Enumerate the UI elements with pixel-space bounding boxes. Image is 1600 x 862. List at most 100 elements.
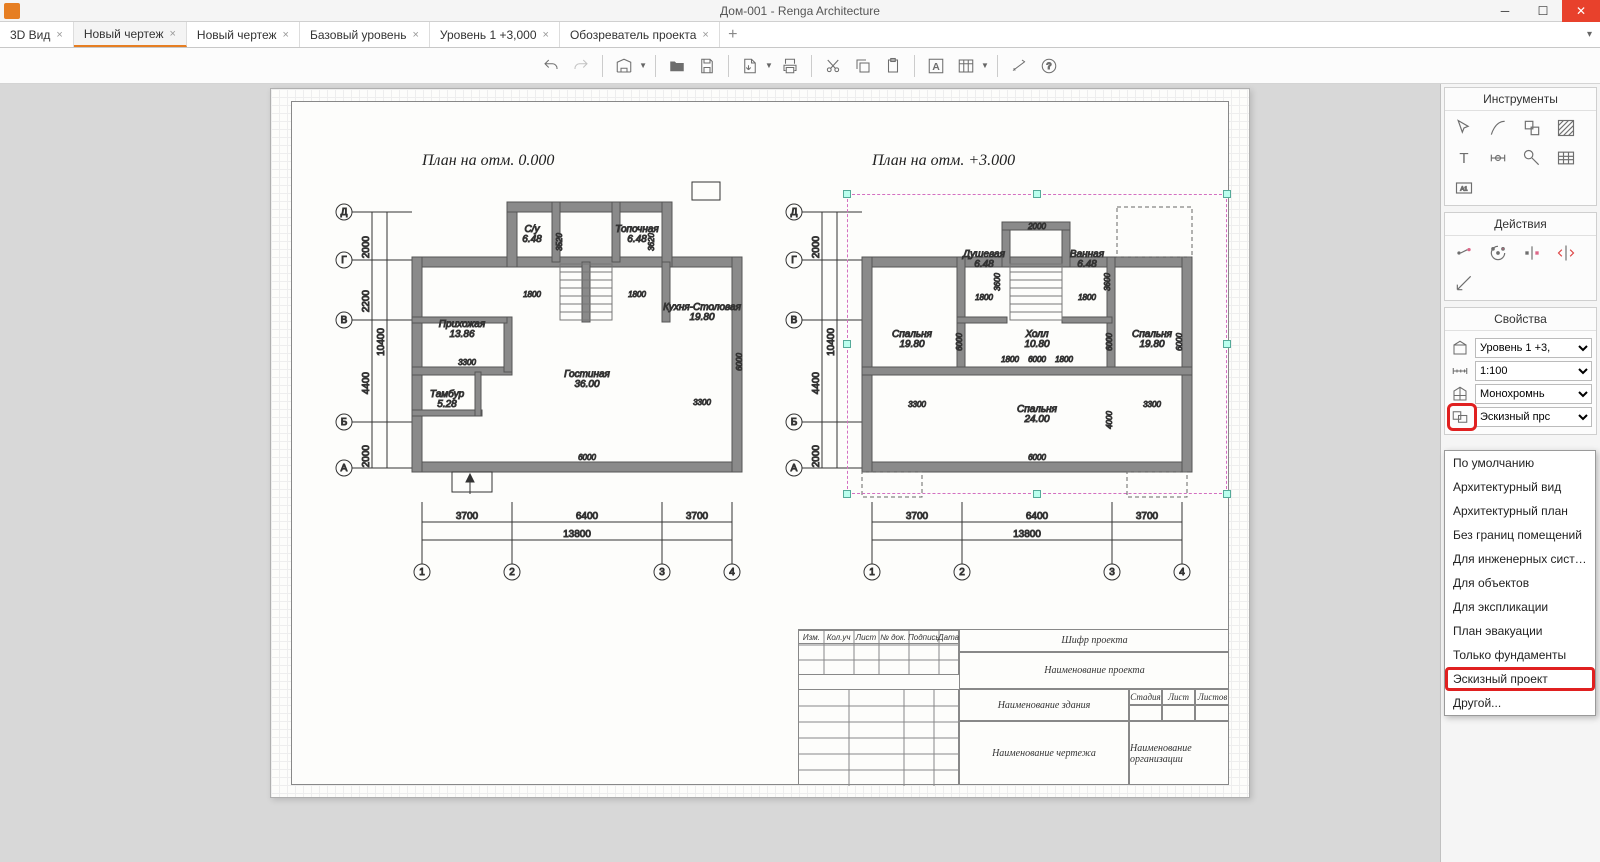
select-tool[interactable] [1449,115,1479,141]
drawing-canvas[interactable]: План на отм. 0.000 План на отм. +3.000 Д… [0,84,1440,862]
dd-item[interactable]: Архитектурный вид [1445,475,1595,499]
svg-text:2: 2 [959,567,965,578]
rotate-action[interactable] [1483,240,1513,266]
tab-3d-view[interactable]: 3D Вид× [0,22,74,47]
scale-icon [1449,361,1471,381]
svg-text:6.48: 6.48 [522,234,542,245]
level-select[interactable]: Уровень 1 +3, [1475,338,1592,358]
svg-text:А: А [341,463,348,474]
save-button[interactable] [694,53,720,79]
style-select[interactable]: Монохромнь [1475,384,1592,404]
axis-tool[interactable] [1517,145,1547,171]
selection-handle[interactable] [843,490,851,498]
selection-handle[interactable] [843,190,851,198]
trim-action[interactable] [1449,270,1479,296]
close-icon[interactable]: × [283,29,289,41]
export-button[interactable] [737,53,763,79]
project-button[interactable] [611,53,637,79]
shapes-tool[interactable] [1517,115,1547,141]
svg-text:Б: Б [791,417,798,428]
close-button[interactable]: ✕ [1562,0,1600,22]
svg-text:3620: 3620 [647,233,656,251]
dimension-tool[interactable] [1483,145,1513,171]
svg-text:19.80: 19.80 [689,312,714,323]
level-icon [1449,338,1471,358]
svg-text:2200: 2200 [361,290,372,313]
selection-handle[interactable] [1033,190,1041,198]
close-icon[interactable]: × [702,29,708,41]
selection-handle[interactable] [1033,490,1041,498]
close-icon[interactable]: × [169,28,175,40]
window-title: Дом-001 - Renga Architecture [720,4,880,18]
tb-empty [1195,705,1229,721]
close-icon[interactable]: × [412,29,418,41]
tab-project-browser[interactable]: Обозреватель проекта× [560,22,720,47]
tb-col: Лист [854,633,879,642]
line-tool[interactable] [1483,115,1513,141]
text-style-button[interactable]: A [923,53,949,79]
dd-item[interactable]: План эвакуации [1445,619,1595,643]
svg-text:Г: Г [341,255,347,266]
tb-cipher: Шифр проекта [959,630,1229,652]
dd-item-selected[interactable]: Эскизный проект [1445,667,1595,691]
svg-text:6400: 6400 [576,511,599,522]
mirror-action[interactable] [1517,240,1547,266]
scale-select[interactable]: 1:100 [1475,361,1592,381]
close-icon[interactable]: × [56,29,62,41]
undo-button[interactable] [538,53,564,79]
tab-new-drawing-2[interactable]: Новый чертеж× [187,22,300,47]
chevron-down-icon[interactable]: ▼ [765,61,773,70]
tb-stage: Стадия [1129,689,1162,705]
dd-item[interactable]: Для объектов [1445,571,1595,595]
tab-base-level[interactable]: Базовый уровень× [300,22,430,47]
table-tool[interactable] [1551,145,1581,171]
flip-action[interactable] [1551,240,1581,266]
chevron-down-icon[interactable]: ▼ [981,61,989,70]
filter-select[interactable]: Эскизный прс [1475,407,1592,427]
open-button[interactable] [664,53,690,79]
dd-item[interactable]: Архитектурный план [1445,499,1595,523]
dd-item[interactable]: Без границ помещений [1445,523,1595,547]
redo-button[interactable] [568,53,594,79]
svg-text:3520: 3520 [555,233,564,251]
copy-button[interactable] [850,53,876,79]
selection-box[interactable] [847,194,1227,494]
hatch-tool[interactable] [1551,115,1581,141]
close-icon[interactable]: × [543,29,549,41]
main-toolbar: ▼ ▼ A ▼ ? [0,48,1600,84]
dd-item[interactable]: Другой... [1445,691,1595,715]
text-tool[interactable]: T [1449,145,1479,171]
dd-item[interactable]: Для экспликации [1445,595,1595,619]
settings-button[interactable] [1006,53,1032,79]
selection-handle[interactable] [1223,190,1231,198]
move-action[interactable] [1449,240,1479,266]
paste-button[interactable] [880,53,906,79]
svg-text:1: 1 [869,567,875,578]
svg-text:Д: Д [341,207,348,218]
svg-text:4400: 4400 [361,372,372,395]
minimize-button[interactable]: ─ [1486,0,1524,22]
dd-item[interactable]: По умолчанию [1445,451,1595,475]
tab-level-3000[interactable]: Уровень 1 +3,000× [430,22,560,47]
svg-text:1800: 1800 [628,290,646,299]
help-button[interactable]: ? [1036,53,1062,79]
tab-new-drawing-1[interactable]: Новый чертеж× [74,22,187,47]
selection-handle[interactable] [843,340,851,348]
drawing-sheet: План на отм. 0.000 План на отм. +3.000 Д… [270,88,1250,798]
selection-handle[interactable] [1223,340,1231,348]
tabs-overflow-button[interactable]: ▾ [1579,22,1600,47]
svg-text:3300: 3300 [693,398,711,407]
dd-item[interactable]: Для инженерных систем [1445,547,1595,571]
print-button[interactable] [777,53,803,79]
tb-col: № док. [878,633,908,642]
svg-text:10400: 10400 [376,328,387,356]
tab-add-button[interactable]: + [720,22,746,47]
dd-item[interactable]: Только фундаменты [1445,643,1595,667]
maximize-button[interactable]: ☐ [1524,0,1562,22]
selection-handle[interactable] [1223,490,1231,498]
schedule-button[interactable] [953,53,979,79]
cut-button[interactable] [820,53,846,79]
panel-tools: Инструменты T A1 [1444,87,1597,206]
chevron-down-icon[interactable]: ▼ [639,61,647,70]
view-tool[interactable]: A1 [1449,175,1479,201]
